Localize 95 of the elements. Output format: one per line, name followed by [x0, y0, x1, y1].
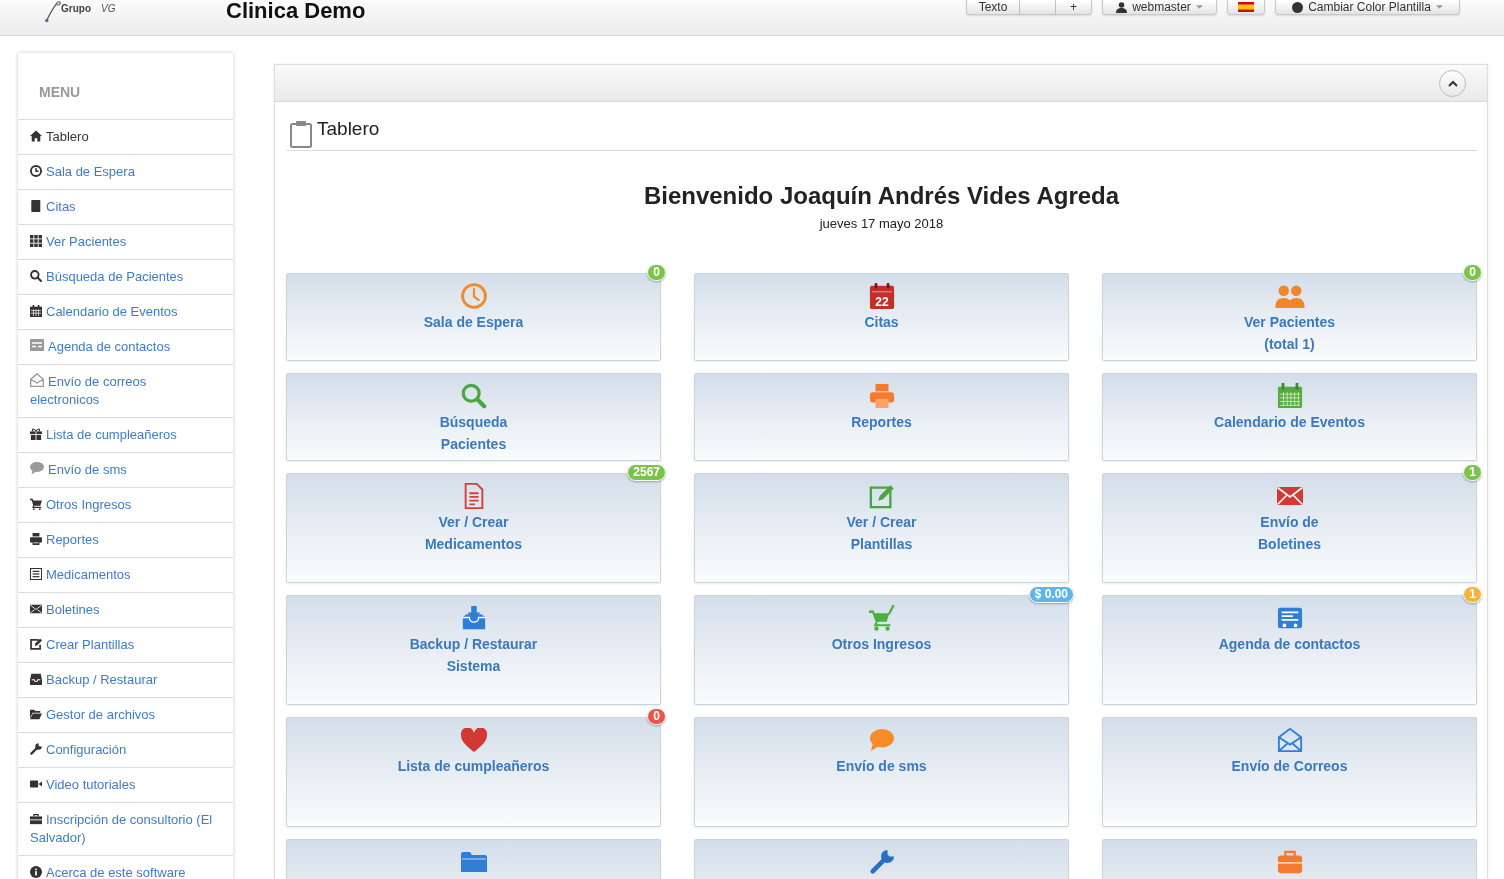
speech-bubble-icon [868, 728, 895, 752]
date-text: jueves 17 mayo 2018 [819, 216, 944, 231]
dashboard-tile[interactable]: Envío de sms [694, 717, 1069, 827]
text-size-button[interactable] [1020, 0, 1056, 15]
inbox-icon [30, 673, 42, 685]
dashboard-tile[interactable]: 22 Citas [694, 273, 1069, 361]
count-badge: 0 [1463, 264, 1482, 281]
sidebar-item[interactable]: Calendario de Eventos [18, 295, 233, 330]
caret-icon [1195, 5, 1203, 9]
count-badge: 1 [1463, 586, 1482, 603]
speech-bubble-icon [30, 461, 44, 475]
printer-icon [868, 383, 895, 409]
count-badge: 1 [1463, 464, 1482, 481]
user-menu-button[interactable]: webmaster [1102, 0, 1217, 15]
sidebar-item[interactable]: Sala de Espera [18, 155, 233, 190]
count-badge: 2567 [627, 464, 666, 481]
clock-icon [460, 283, 487, 309]
sidebar-item[interactable]: Tablero [18, 120, 233, 155]
menu-heading: MENU [39, 84, 81, 100]
calendar-icon: 22 [868, 283, 895, 309]
collapse-button[interactable] [1439, 69, 1466, 97]
envelope-icon [1276, 727, 1303, 753]
text-size-button[interactable]: Texto [966, 0, 1020, 15]
dashboard-tile[interactable]: Backup / Restaurar Sistema [286, 595, 661, 705]
briefcase-icon [1276, 849, 1303, 875]
sidebar-item[interactable]: Video tutoriales [18, 768, 233, 803]
dashboard-tile[interactable]: Calendario de Eventos [1102, 373, 1477, 461]
folder-icon [30, 708, 42, 720]
app-title: Clinica Demo [226, 0, 366, 22]
search-icon [30, 270, 42, 282]
envelope-icon [30, 603, 42, 615]
sidebar-item[interactable]: Envío de sms [18, 453, 233, 488]
sidebar-item[interactable]: Citas [18, 190, 233, 225]
language-button[interactable] [1227, 0, 1265, 15]
calendar-icon [1276, 383, 1303, 409]
sidebar-item[interactable]: Agenda de contactos [18, 330, 233, 365]
clock-icon [30, 165, 42, 177]
sidebar-item[interactable]: Backup / Restaurar [18, 663, 233, 698]
dashboard-tile[interactable]: Ver / Crear Plantillas [694, 473, 1069, 583]
printer-icon [30, 533, 42, 545]
page-title: Tablero [317, 118, 380, 140]
logo-icon [44, 0, 61, 23]
dashboard-tile[interactable]: Envío de Correos [1102, 717, 1477, 827]
drop-icon [1292, 1, 1304, 13]
count-badge: 0 [647, 264, 666, 281]
count-badge: 0 [647, 708, 666, 725]
heart-icon [459, 727, 488, 753]
card-icon [30, 338, 44, 352]
theme-color-button[interactable]: Cambiar Color Plantilla [1275, 0, 1460, 15]
gift-icon [30, 428, 42, 440]
logo-text: Grupo [61, 3, 91, 15]
dashboard-tile[interactable]: Reportes [694, 373, 1069, 461]
wrench-icon [30, 743, 42, 755]
people-icon [1274, 284, 1305, 308]
sidebar-item[interactable]: Ver Pacientes [18, 225, 233, 260]
home-icon [30, 130, 42, 142]
envelope-icon [1275, 486, 1304, 506]
envelope-icon [30, 373, 44, 387]
welcome-heading: Bienvenido Joaquín Andrés Vides Agreda [643, 182, 1120, 210]
list-icon [30, 568, 42, 580]
sidebar-item[interactable]: Inscripción de consultorio (El Salvador) [18, 803, 233, 856]
text-size-button[interactable]: + [1056, 0, 1092, 15]
logo-text: VG [101, 3, 116, 15]
download-box-icon [460, 605, 487, 631]
book-icon [30, 200, 42, 212]
edit-icon [868, 483, 895, 509]
sidebar-item[interactable]: Medicamentos [18, 558, 233, 593]
user-icon [1116, 1, 1128, 13]
cart-icon [30, 498, 42, 510]
grid-icon [30, 235, 42, 247]
edit-icon [30, 638, 42, 650]
sidebar-item[interactable]: Otros Ingresos [18, 488, 233, 523]
video-camera-icon [30, 778, 42, 790]
sidebar-item[interactable]: Envío de correos electronicos [18, 365, 233, 418]
sidebar-item[interactable]: Acerca de este software [18, 856, 233, 879]
search-icon [460, 383, 487, 409]
sidebar-item[interactable]: Crear Plantillas [18, 628, 233, 663]
sidebar-item[interactable]: Reportes [18, 523, 233, 558]
sidebar-item[interactable]: Boletines [18, 593, 233, 628]
sidebar-item[interactable]: Lista de cumpleañeros [18, 418, 233, 453]
caret-icon [1435, 5, 1443, 9]
dashboard-tile[interactable]: Búsqueda Pacientes [286, 373, 661, 461]
folder-icon [459, 851, 488, 873]
contact-card-icon [1276, 605, 1303, 631]
sidebar-item[interactable]: Configuración [18, 733, 233, 768]
sidebar-item[interactable]: Gestor de archivos [18, 698, 233, 733]
chevron-up-icon [1447, 79, 1458, 87]
calendar-icon [30, 305, 42, 317]
clipboard-icon [290, 120, 312, 148]
flag-icon [1238, 2, 1254, 12]
briefcase-icon [30, 813, 42, 825]
sidebar-item[interactable]: Búsqueda de Pacientes [18, 260, 233, 295]
wrench-icon [868, 849, 895, 875]
count-badge: $ 0.00 [1028, 586, 1074, 603]
cart-icon [868, 605, 895, 631]
